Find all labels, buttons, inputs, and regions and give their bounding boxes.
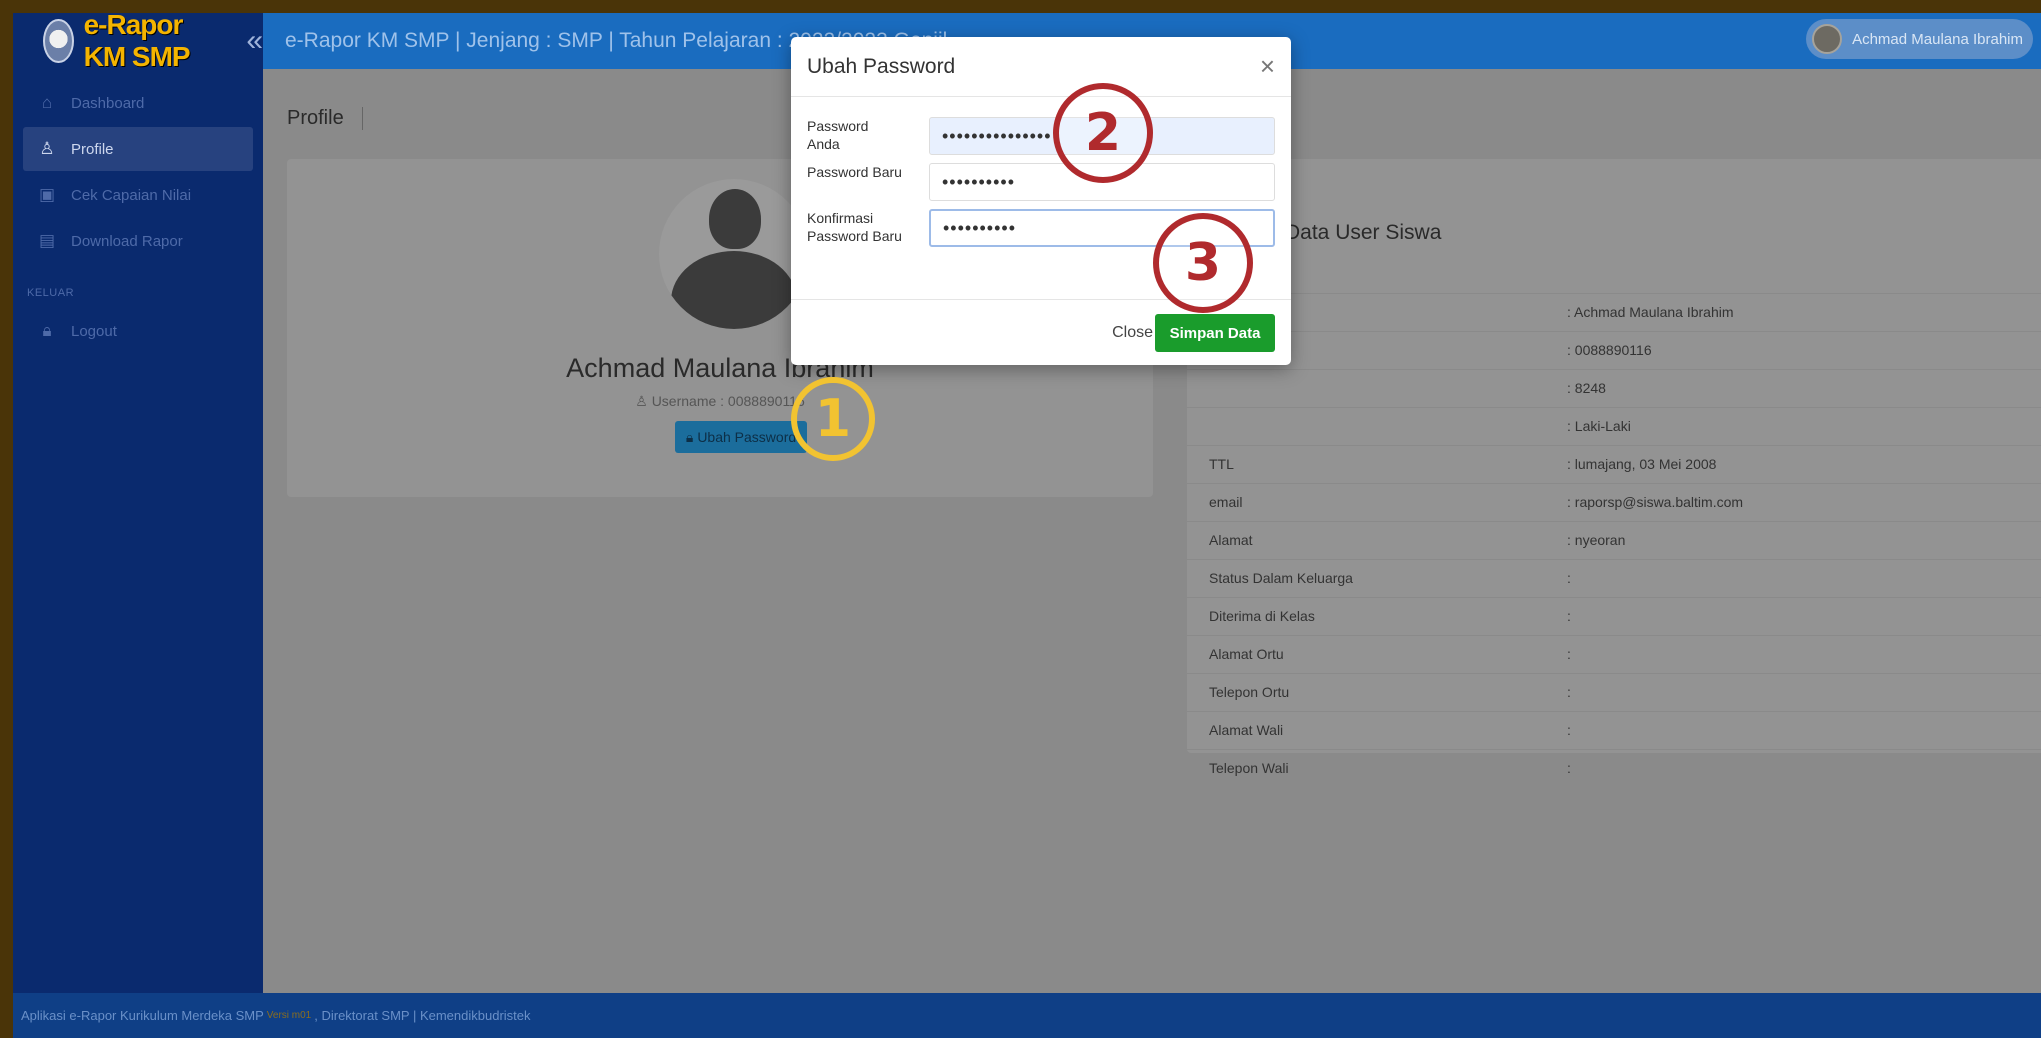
sidebar-item-profile[interactable]: ♙ Profile xyxy=(23,127,253,171)
info-row: Telepon Wali: xyxy=(1187,749,2041,787)
info-row: email : raporsp@siswa.baltim.com xyxy=(1187,483,2041,521)
info-value: : xyxy=(1567,608,1571,624)
user-icon: ♙ xyxy=(635,393,652,409)
info-label: Alamat xyxy=(1209,532,1253,548)
user-name: Achmad Maulana Ibrahim xyxy=(1852,30,2023,48)
info-label: email xyxy=(1209,494,1243,510)
info-value: : Laki-Laki xyxy=(1567,418,1631,434)
app-window: e-Rapor KM SMP « ⌂ Dashboard ♙ Profile ▣… xyxy=(13,13,2041,1038)
ubah-password-modal: Ubah Password × Password Anda Password B… xyxy=(791,37,1291,365)
sidebar-item-cek-capaian-nilai[interactable]: ▣ Cek Capaian Nilai xyxy=(23,173,253,217)
info-row: : Achmad Maulana Ibrahim xyxy=(1187,293,2041,331)
konfirmasi-password-label: Konfirmasi Password Baru xyxy=(807,210,902,244)
footer-version: Versi m01 xyxy=(266,1010,312,1021)
profile-username: ♙ Username : 0088890116 xyxy=(287,393,1153,410)
password-baru-label: Password Baru xyxy=(807,164,902,180)
footer-suffix: , Direktorat SMP | Kemendikbudristek xyxy=(314,1008,531,1023)
simpan-data-button[interactable]: Simpan Data xyxy=(1155,314,1275,352)
page-title: Profile xyxy=(287,107,363,130)
step-marker-3: 3 xyxy=(1153,213,1253,313)
step-marker-1: 1 xyxy=(791,377,875,461)
info-value: : xyxy=(1567,722,1571,738)
ubah-password-button[interactable]: 🔒︎ Ubah Password xyxy=(675,421,807,453)
home-icon: ⌂ xyxy=(41,93,53,112)
sidebar: e-Rapor KM SMP « ⌂ Dashboard ♙ Profile ▣… xyxy=(13,13,263,993)
username-text: Username : 0088890116 xyxy=(651,393,805,409)
sidebar-item-label: Profile xyxy=(71,140,114,158)
info-title: Data User Siswa xyxy=(1285,221,1442,244)
avatar xyxy=(1812,24,1843,54)
info-value: : 8248 xyxy=(1567,380,1606,396)
collapse-icon[interactable]: « xyxy=(246,24,263,58)
brand-name: e-Rapor KM SMP xyxy=(83,13,191,72)
sidebar-item-download-rapor[interactable]: ▤ Download Rapor xyxy=(23,219,253,263)
info-value: : Achmad Maulana Ibrahim xyxy=(1567,304,1734,320)
info-value: : xyxy=(1567,646,1571,662)
ubah-password-label: Ubah Password xyxy=(697,429,797,445)
info-label: Diterima di Kelas xyxy=(1209,608,1315,624)
sidebar-item-logout[interactable]: 🔒︎ Logout xyxy=(23,309,253,353)
info-row: Alamat Ortu: xyxy=(1187,635,2041,673)
info-row: TTL : lumajang, 03 Mei 2008 xyxy=(1187,445,2041,483)
info-value: : xyxy=(1567,684,1571,700)
info-row: : Laki-Laki xyxy=(1187,407,2041,445)
sidebar-section-label: KELUAR xyxy=(27,287,75,299)
user-icon: ♙ xyxy=(39,139,55,158)
info-value: : 0088890116 xyxy=(1567,342,1652,358)
info-label: TTL xyxy=(1209,456,1234,472)
info-label: Alamat Ortu xyxy=(1209,646,1284,662)
info-row: Alamat Wali: xyxy=(1187,711,2041,749)
footer: Aplikasi e-Rapor Kurikulum Merdeka SMP V… xyxy=(13,993,2041,1038)
modal-title: Ubah Password xyxy=(807,54,956,78)
info-label: Alamat Wali xyxy=(1209,722,1284,738)
document-icon: ▣ xyxy=(38,185,56,204)
info-row: Alamat : nyeoran xyxy=(1187,521,2041,559)
lock-icon: 🔒︎ xyxy=(685,428,694,445)
modal-header: Ubah Password × xyxy=(791,37,1291,97)
info-value: : nyeoran xyxy=(1567,532,1626,548)
user-info-card: Data User Siswa : Achmad Maulana Ibrahim… xyxy=(1187,159,2041,776)
lock-icon: 🔒︎ xyxy=(42,321,52,340)
info-label: Telepon Wali xyxy=(1209,760,1289,776)
close-icon[interactable]: × xyxy=(1260,51,1275,82)
info-row: Telepon Ortu: xyxy=(1187,673,2041,711)
info-row: Status Dalam Keluarga: xyxy=(1187,559,2041,597)
sidebar-item-label: Download Rapor xyxy=(71,232,183,250)
step-marker-2: 2 xyxy=(1053,83,1153,183)
info-row: : 0088890116 xyxy=(1187,331,2041,369)
sidebar-item-label: Logout xyxy=(71,322,117,340)
password-anda-label: Password Anda xyxy=(807,118,869,152)
info-value: : xyxy=(1567,570,1571,586)
info-value: : xyxy=(1567,760,1571,776)
avatar-body xyxy=(671,251,797,329)
brand[interactable]: e-Rapor KM SMP « xyxy=(13,13,263,72)
info-row: : 8248 xyxy=(1187,369,2041,407)
footer-text: Aplikasi e-Rapor Kurikulum Merdeka SMP xyxy=(21,1008,264,1023)
avatar-head xyxy=(709,189,761,249)
info-label: Telepon Ortu xyxy=(1209,684,1290,700)
profile-avatar xyxy=(659,179,809,329)
info-label: Status Dalam Keluarga xyxy=(1209,570,1353,586)
sidebar-item-label: Dashboard xyxy=(71,94,145,112)
user-menu[interactable]: Achmad Maulana Ibrahim xyxy=(1806,19,2033,59)
logo-icon xyxy=(43,19,74,63)
info-value: : lumajang, 03 Mei 2008 xyxy=(1567,456,1717,472)
info-value: : raporsp@siswa.baltim.com xyxy=(1567,494,1744,510)
close-button[interactable]: Close xyxy=(1112,324,1153,342)
sidebar-item-dashboard[interactable]: ⌂ Dashboard xyxy=(23,81,253,125)
info-row: Diterima di Kelas: xyxy=(1187,597,2041,635)
sidebar-item-label: Cek Capaian Nilai xyxy=(71,186,192,204)
printer-icon: ▤ xyxy=(38,231,56,250)
